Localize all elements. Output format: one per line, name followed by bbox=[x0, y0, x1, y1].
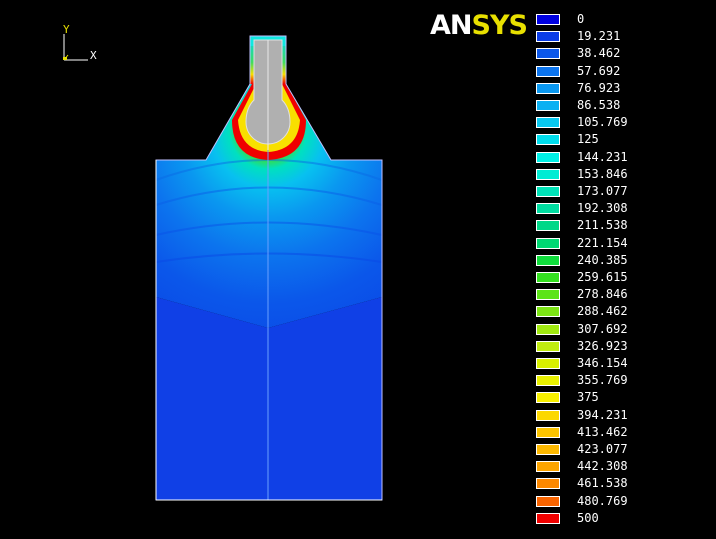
legend-item: 240.385 bbox=[536, 253, 706, 270]
legend-label: 259.615 bbox=[577, 270, 628, 284]
legend-label: 173.077 bbox=[577, 184, 628, 198]
legend-swatch bbox=[536, 478, 560, 490]
legend-swatch bbox=[536, 358, 560, 369]
legend-label: 105.769 bbox=[577, 115, 628, 130]
legend-swatch bbox=[536, 375, 560, 387]
legend-label: 38.462 bbox=[577, 46, 621, 61]
legend-item: 346.154 bbox=[536, 356, 706, 373]
legend-label: 144.231 bbox=[577, 149, 628, 164]
legend-label: 461.538 bbox=[577, 476, 628, 491]
legend-swatch bbox=[536, 14, 560, 25]
legend-item: 153.846 bbox=[536, 167, 706, 184]
legend-item: 173.077 bbox=[536, 184, 706, 201]
legend-item: 413.462 bbox=[536, 425, 706, 442]
legend-item: 0 bbox=[536, 12, 706, 29]
legend-item: 105.769 bbox=[536, 115, 706, 132]
legend-label: 480.769 bbox=[577, 493, 628, 508]
legend-swatch bbox=[536, 117, 560, 129]
legend-item: 442.308 bbox=[536, 459, 706, 476]
legend-item: 38.462 bbox=[536, 46, 706, 63]
legend-item: 86.538 bbox=[536, 98, 706, 115]
legend-swatch bbox=[536, 461, 560, 473]
legend-item: 144.231 bbox=[536, 150, 706, 167]
legend-swatch bbox=[536, 186, 560, 197]
legend-swatch bbox=[536, 409, 560, 421]
legend-label: 500 bbox=[577, 510, 599, 525]
legend-swatch bbox=[536, 82, 560, 94]
legend-label: 153.846 bbox=[577, 166, 628, 181]
legend-label: 394.231 bbox=[577, 407, 628, 422]
legend-label: 375 bbox=[577, 390, 599, 405]
legend-label: 413.462 bbox=[577, 424, 628, 439]
graphics-viewport[interactable]: Y X ANSYS 0 19.231 38.462 57.692 76.923 … bbox=[0, 0, 716, 539]
legend-swatch bbox=[536, 306, 560, 318]
legend-label: 19.231 bbox=[577, 29, 621, 44]
legend-item: 57.692 bbox=[536, 64, 706, 81]
legend-swatch bbox=[536, 392, 560, 404]
legend-label: 192.308 bbox=[577, 201, 628, 216]
legend-swatch bbox=[536, 168, 560, 180]
legend-swatch bbox=[536, 495, 560, 507]
legend-swatch bbox=[536, 134, 560, 146]
legend-label: 326.923 bbox=[577, 338, 628, 353]
legend-label: 57.692 bbox=[577, 63, 621, 78]
legend-label: 288.462 bbox=[577, 304, 628, 319]
legend-item: 221.154 bbox=[536, 236, 706, 253]
legend-item: 192.308 bbox=[536, 201, 706, 218]
legend-swatch bbox=[536, 512, 560, 524]
legend-item: 288.462 bbox=[536, 304, 706, 321]
legend-label: 86.538 bbox=[577, 98, 621, 112]
legend-item: 326.923 bbox=[536, 339, 706, 356]
legend-item: 394.231 bbox=[536, 408, 706, 425]
legend-label: 346.154 bbox=[577, 356, 628, 370]
legend-item: 375 bbox=[536, 390, 706, 407]
legend-label: 125 bbox=[577, 132, 599, 147]
legend-swatch bbox=[536, 48, 560, 60]
legend-swatch bbox=[536, 426, 560, 438]
legend-item: 500 bbox=[536, 511, 706, 528]
legend-label: 423.077 bbox=[577, 442, 628, 456]
legend-label: 240.385 bbox=[577, 252, 628, 267]
legend-item: 278.846 bbox=[536, 287, 706, 304]
legend-item: 125 bbox=[536, 132, 706, 149]
legend-item: 307.692 bbox=[536, 322, 706, 339]
legend-swatch bbox=[536, 340, 560, 352]
legend-swatch bbox=[536, 65, 560, 77]
legend-swatch bbox=[536, 289, 560, 301]
legend-label: 278.846 bbox=[577, 287, 628, 302]
legend-item: 76.923 bbox=[536, 81, 706, 98]
legend-swatch bbox=[536, 323, 560, 335]
legend-swatch bbox=[536, 272, 560, 283]
legend-item: 423.077 bbox=[536, 442, 706, 459]
legend-item: 211.538 bbox=[536, 218, 706, 235]
legend-swatch bbox=[536, 100, 560, 111]
legend-swatch bbox=[536, 254, 560, 266]
legend-swatch bbox=[536, 220, 560, 232]
legend-item: 259.615 bbox=[536, 270, 706, 287]
legend-label: 307.692 bbox=[577, 321, 628, 336]
legend-swatch bbox=[536, 237, 560, 249]
legend-item: 480.769 bbox=[536, 494, 706, 511]
legend-label: 221.154 bbox=[577, 235, 628, 250]
legend-item: 355.769 bbox=[536, 373, 706, 390]
legend-label: 442.308 bbox=[577, 459, 628, 474]
legend-swatch bbox=[536, 151, 560, 163]
legend-swatch bbox=[536, 31, 560, 43]
legend-label: 211.538 bbox=[577, 218, 628, 233]
legend-label: 355.769 bbox=[577, 373, 628, 388]
legend-swatch bbox=[536, 203, 560, 215]
legend-label: 0 bbox=[577, 12, 585, 26]
legend-label: 76.923 bbox=[577, 80, 621, 95]
legend-swatch bbox=[536, 444, 560, 455]
legend-item: 461.538 bbox=[536, 476, 706, 493]
legend-item: 19.231 bbox=[536, 29, 706, 46]
